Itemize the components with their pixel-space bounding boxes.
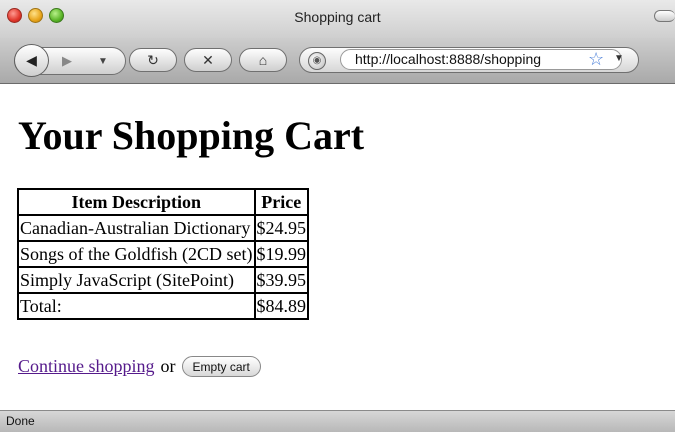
total-value: $84.89 [254,293,308,319]
item-description: Canadian-Australian Dictionary [18,215,255,241]
item-description: Songs of the Goldfish (2CD set) [18,241,255,267]
total-row: Total: $84.89 [18,293,308,319]
table-row: Simply JavaScript (SitePoint) $39.95 [18,267,308,293]
bookmark-star-icon[interactable]: ☆ [588,49,604,69]
url-input[interactable]: http://localhost:8888/shopping [340,49,622,70]
home-button[interactable]: ⌂ [239,48,287,72]
back-button[interactable]: ◀ [14,44,49,77]
toolbar-toggle-button[interactable] [654,10,675,22]
forward-button[interactable]: ▶ [52,51,82,71]
stop-button[interactable]: ✕ [184,48,232,72]
item-price: $19.99 [254,241,308,267]
empty-cart-button[interactable]: Empty cart [181,356,261,377]
header-item-description: Item Description [18,189,255,215]
reload-button[interactable]: ↻ [129,48,177,72]
table-row: Songs of the Goldfish (2CD set) $19.99 [18,241,308,267]
table-header-row: Item Description Price [18,189,308,215]
page-title: Your Shopping Cart [18,113,365,158]
or-text: or [160,356,176,376]
total-label: Total: [18,293,255,319]
window-titlebar: Shopping cart [0,0,675,38]
header-price: Price [254,189,308,215]
window-title: Shopping cart [294,9,381,25]
item-price: $39.95 [254,267,308,293]
forward-arrow-icon: ▶ [62,53,72,68]
stop-icon: ✕ [202,51,214,68]
item-price: $24.95 [254,215,308,241]
url-history-chevron-icon[interactable]: ▼ [614,53,624,64]
history-menu-button[interactable]: ▼ [88,51,118,71]
status-bar: Done [0,410,675,432]
table-row: Canadian-Australian Dictionary $24.95 [18,215,308,241]
chevron-down-icon: ▼ [98,55,108,67]
page-content: Your Shopping Cart Item Description Pric… [0,84,675,410]
reload-icon: ↻ [147,51,159,68]
item-description: Simply JavaScript (SitePoint) [18,267,255,293]
cart-table: Item Description Price Canadian-Australi… [17,188,309,320]
cart-actions: Continue shopping or Empty cart [18,356,261,377]
home-icon: ⌂ [258,52,268,68]
back-arrow-icon: ◀ [26,52,37,68]
continue-shopping-link[interactable]: Continue shopping [18,356,155,377]
site-globe-icon[interactable]: ◉ [308,52,326,70]
